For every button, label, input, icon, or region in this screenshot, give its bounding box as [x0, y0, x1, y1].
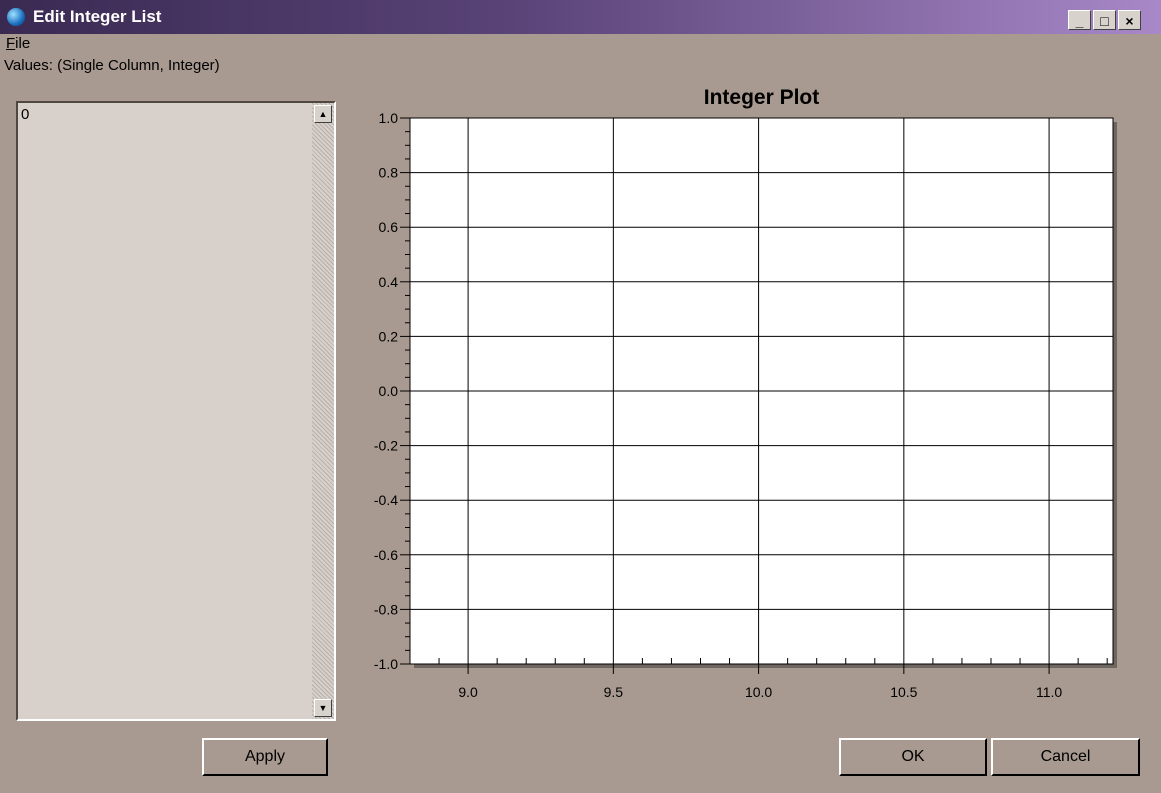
y-tick-label: -0.8 — [374, 601, 398, 617]
y-tick-label: -0.2 — [374, 438, 398, 454]
title-bar[interactable]: Edit Integer List _ □ × — [0, 0, 1161, 34]
x-tick-label: 10.5 — [890, 684, 917, 700]
ok-button[interactable]: OK — [839, 738, 987, 776]
y-tick-label: 0.8 — [379, 165, 399, 181]
scroll-down-arrow-icon[interactable]: ▼ — [314, 699, 332, 717]
y-tick-label: -1.0 — [374, 656, 398, 672]
minimize-button[interactable]: _ — [1068, 10, 1091, 30]
scroll-up-arrow-icon[interactable]: ▲ — [314, 105, 332, 123]
menu-file[interactable]: File — [6, 35, 30, 52]
maximize-button[interactable]: □ — [1093, 10, 1116, 30]
integer-plot: Integer Plot 1.0 0.8 0.6 0.4 0.2 0.0 -0.2 -0.4 -0… — [374, 86, 1117, 700]
x-tick-label: 9.5 — [604, 684, 624, 700]
y-tick-label: 0.6 — [379, 219, 399, 235]
cancel-button[interactable]: Cancel — [991, 738, 1140, 776]
y-tick-label: 0.4 — [379, 274, 399, 290]
values-list[interactable]: 0 ▲ ▼ — [16, 101, 336, 721]
window-title: Edit Integer List — [33, 7, 162, 26]
apply-button[interactable]: Apply — [202, 738, 328, 776]
menu-file-label: ile — [15, 35, 31, 52]
x-tick-label: 11.0 — [1036, 684, 1062, 700]
y-tick-label: -0.4 — [374, 492, 398, 508]
y-tick-label: 0.2 — [379, 328, 399, 344]
globe-icon — [7, 8, 25, 26]
x-tick-label: 9.0 — [458, 684, 478, 700]
y-tick-label: 1.0 — [379, 110, 399, 126]
x-tick-label: 10.0 — [745, 684, 772, 700]
close-button[interactable]: × — [1118, 10, 1141, 30]
y-tick-label: -0.6 — [374, 547, 398, 563]
chart-title: Integer Plot — [704, 86, 820, 109]
values-label: Values: (Single Column, Integer) — [4, 57, 220, 74]
list-item[interactable]: 0 — [21, 106, 29, 123]
menu-file-mnemonic: F — [6, 35, 16, 52]
vertical-scrollbar[interactable]: ▲ ▼ — [312, 103, 334, 719]
y-tick-label: 0.0 — [379, 383, 399, 399]
